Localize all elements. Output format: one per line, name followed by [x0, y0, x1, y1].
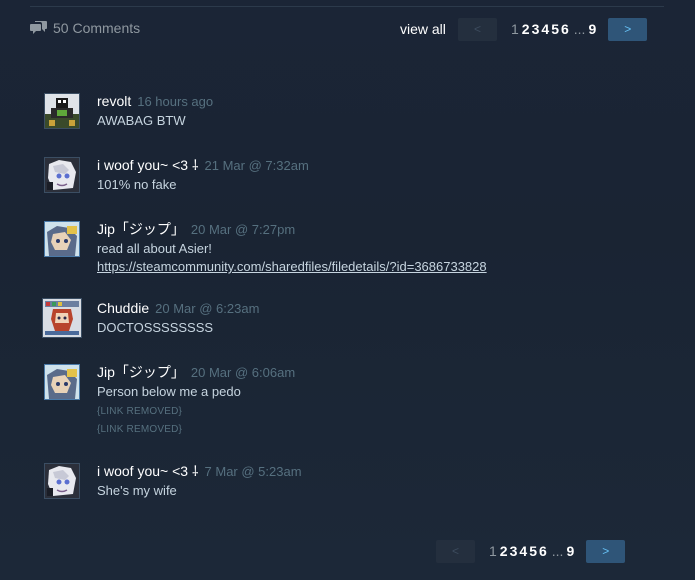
- comment-bubble-icon: [30, 21, 47, 35]
- view-all-link[interactable]: view all: [400, 21, 446, 37]
- comment-author[interactable]: Jip「ジップ」: [97, 221, 185, 237]
- page-link[interactable]: 3: [510, 543, 518, 559]
- comment-text: Person below me a pedo: [97, 384, 241, 399]
- page-ellipsis: ...: [551, 543, 564, 559]
- link-removed-notice: {LINK REMOVED}: [97, 406, 183, 417]
- comments-count-label: 50 Comments: [53, 20, 141, 36]
- avatar[interactable]: [44, 463, 80, 499]
- next-page-button[interactable]: >: [586, 539, 626, 563]
- prev-page-button[interactable]: <: [458, 17, 497, 41]
- comment-author[interactable]: i woof you~ <3 ⸸: [97, 157, 199, 173]
- page-link[interactable]: 2: [500, 543, 508, 559]
- page-link[interactable]: 4: [541, 21, 549, 37]
- header-divider: [30, 6, 664, 7]
- comment-timestamp: 20 Mar @ 6:06am: [190, 365, 296, 380]
- avatar[interactable]: [44, 364, 80, 400]
- page-link[interactable]: 5: [551, 21, 559, 37]
- comment-author[interactable]: Chuddie: [97, 300, 149, 316]
- comment-text: She's my wife: [97, 483, 177, 498]
- comment-timestamp: 20 Mar @ 7:27pm: [190, 222, 296, 237]
- page-link[interactable]: 3: [532, 21, 540, 37]
- comment-text: DOCTOSSSSSSSS: [97, 320, 214, 335]
- page-link[interactable]: 4: [519, 543, 527, 559]
- link-removed-notice: {LINK REMOVED}: [97, 424, 183, 435]
- comment-link[interactable]: https://steamcommunity.com/sharedfiles/f…: [97, 259, 487, 274]
- comment-text: read all about Asier!: [97, 241, 212, 256]
- comments-count: 50 Comments: [30, 20, 140, 36]
- comment-author[interactable]: Jip「ジップ」: [97, 364, 185, 380]
- avatar[interactable]: [44, 221, 80, 257]
- pagination-bottom: < 1 2 3 4 5 6 ... 9 >: [436, 539, 626, 563]
- avatar[interactable]: [44, 93, 80, 129]
- comment-timestamp: 16 hours ago: [137, 94, 214, 109]
- comment-text: AWABAG BTW: [97, 113, 186, 128]
- page-link[interactable]: 6: [561, 21, 569, 37]
- prev-page-button[interactable]: <: [436, 539, 475, 563]
- last-page-link[interactable]: 9: [566, 543, 574, 559]
- page-link[interactable]: 5: [529, 543, 537, 559]
- pagination-top: < 1 2 3 4 5 6 ... 9 >: [458, 17, 648, 41]
- page-numbers: 1 2 3 4 5 6 ... 9: [511, 21, 598, 37]
- comment-timestamp: 21 Mar @ 7:32am: [204, 158, 309, 173]
- page-link[interactable]: 6: [539, 543, 547, 559]
- page-numbers: 1 2 3 4 5 6 ... 9: [489, 543, 576, 559]
- page-link[interactable]: 2: [522, 21, 530, 37]
- comment-author[interactable]: revolt: [97, 93, 131, 109]
- current-page: 1: [489, 543, 497, 559]
- last-page-link[interactable]: 9: [588, 21, 596, 37]
- comment-text: 101% no fake: [97, 177, 177, 192]
- comments-header: 50 Comments view all < 1 2 3 4 5 6 ... 9…: [30, 17, 656, 41]
- comment-author[interactable]: i woof you~ <3 ⸸: [97, 463, 199, 479]
- avatar[interactable]: [42, 298, 82, 338]
- page-ellipsis: ...: [573, 21, 586, 37]
- current-page: 1: [511, 21, 519, 37]
- next-page-button[interactable]: >: [608, 17, 648, 41]
- comment-timestamp: 20 Mar @ 6:23am: [155, 301, 260, 316]
- comment-timestamp: 7 Mar @ 5:23am: [204, 464, 302, 479]
- avatar[interactable]: [44, 157, 80, 193]
